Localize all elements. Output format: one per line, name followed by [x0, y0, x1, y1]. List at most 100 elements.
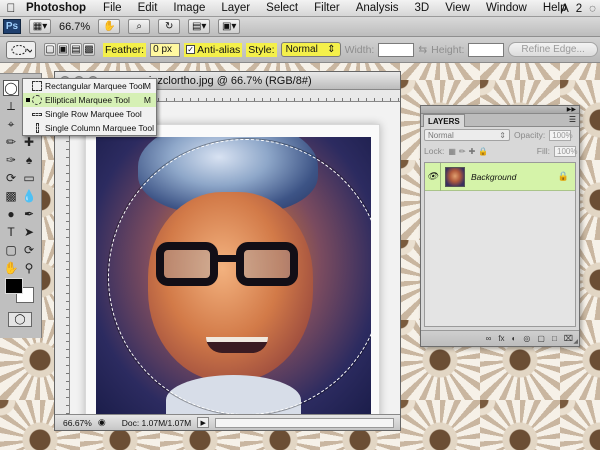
3d-rotate-icon[interactable]: ⟳ — [21, 242, 37, 258]
canvas-area[interactable] — [70, 102, 400, 414]
menu-3d[interactable]: 3D — [407, 2, 438, 14]
lasso-tool-icon[interactable]: ⟂ — [3, 98, 19, 114]
new-layer-icon[interactable]: □ — [552, 334, 557, 343]
panel-header-strip[interactable]: ▶▶ — [421, 106, 579, 114]
layers-tab[interactable]: LAYERS — [423, 114, 465, 127]
link-layers-icon[interactable]: ∞ — [486, 334, 492, 343]
new-group-icon[interactable]: ▢ — [537, 334, 545, 343]
subtract-selection-icon[interactable]: ▤ — [70, 43, 82, 56]
zoom-level-select[interactable]: 66.7% — [59, 21, 90, 33]
menu-image[interactable]: Image — [165, 2, 213, 14]
vertical-ruler[interactable] — [55, 102, 70, 414]
screen-mode-button[interactable]: ▣▾ — [218, 19, 241, 34]
blend-mode-value: Normal — [428, 130, 454, 140]
zoom-tool-icon[interactable]: ⌕ — [128, 19, 151, 34]
crop-tool-icon[interactable]: ⌖ — [3, 116, 19, 132]
gradient-tool-icon[interactable]: ▩ — [3, 188, 19, 204]
zoom-tool-icon[interactable]: ⚲ — [21, 260, 37, 276]
swap-icon[interactable]: ⇆ — [418, 44, 427, 56]
sync-icon[interactable]: ◌ — [589, 3, 596, 15]
eyedropper-tool-icon[interactable]: ✏ — [3, 134, 19, 150]
arrange-documents-button[interactable]: ▤▾ — [188, 19, 211, 34]
menu-view[interactable]: View — [437, 2, 478, 14]
selection-mode-group: ▢ ▣ ▤ ▩ — [44, 43, 95, 56]
type-tool-icon[interactable]: T — [3, 224, 19, 240]
rectangular-marquee-option[interactable]: Rectangular Marquee Tool M — [23, 79, 156, 93]
visibility-eye-icon[interactable]: 👁 — [425, 162, 441, 191]
style-value: Normal — [285, 44, 318, 55]
antialias-checkbox[interactable]: ✓ — [186, 45, 196, 54]
panel-menu-icon[interactable]: ☰ — [569, 115, 576, 124]
add-mask-icon[interactable]: ◐ — [512, 334, 517, 343]
menu-window[interactable]: Window — [478, 2, 535, 14]
elliptical-marquee-option[interactable]: Elliptical Marquee Tool M — [23, 93, 156, 107]
tool-preset-picker[interactable] — [6, 40, 36, 59]
eraser-tool-icon[interactable]: ▭ — [21, 170, 37, 186]
elliptical-selection-marquee[interactable] — [108, 139, 371, 414]
intersect-selection-icon[interactable]: ▩ — [83, 43, 95, 56]
pen-tool-icon[interactable]: ✒ — [21, 206, 37, 222]
width-label: Width: — [344, 43, 375, 56]
layers-panel-footer: ∞ fx ◐ ◎ ▢ □ ⌧ — [421, 330, 579, 346]
dodge-tool-icon[interactable]: ● — [3, 206, 19, 222]
shape-tool-icon[interactable]: ▢ — [3, 242, 19, 258]
lock-position-icon[interactable]: ✚ — [469, 147, 476, 156]
adobe-icon[interactable]: A — [561, 3, 569, 15]
history-brush-icon[interactable]: ⟳ — [3, 170, 19, 186]
resize-grip-icon[interactable]: ◢ — [573, 338, 578, 345]
menu-app-name[interactable]: Photoshop — [22, 2, 95, 14]
lock-all-icon[interactable]: 🔒 — [478, 147, 488, 156]
blend-mode-select[interactable]: Normal ⇕ — [424, 129, 510, 141]
add-selection-icon[interactable]: ▣ — [57, 43, 69, 56]
layer-thumbnail — [445, 166, 465, 187]
refine-edge-button[interactable]: Refine Edge... — [508, 42, 598, 57]
delete-layer-icon[interactable]: ⌧ — [564, 334, 573, 343]
portrait-photo[interactable] — [96, 137, 371, 414]
rectangular-marquee-icon — [32, 81, 42, 91]
path-selection-icon[interactable]: ➤ — [21, 224, 37, 240]
single-column-marquee-option[interactable]: Single Column Marquee Tool — [23, 121, 156, 135]
height-input[interactable] — [468, 42, 505, 57]
opacity-field[interactable]: 100% — [549, 129, 573, 141]
marquee-tool-icon[interactable]: ◯ — [3, 80, 19, 96]
blur-tool-icon[interactable]: 💧 — [21, 188, 37, 204]
lock-pixels-icon[interactable]: ✏ — [459, 147, 466, 156]
hand-tool-icon[interactable]: ✋ — [3, 260, 19, 276]
clone-stamp-icon[interactable]: ♠ — [21, 152, 37, 168]
lock-transparency-icon[interactable]: ▦ — [448, 147, 456, 156]
hand-tool-icon[interactable]: ✋ — [98, 19, 121, 34]
fill-field[interactable]: 100% — [554, 145, 577, 157]
bridge-button[interactable]: ▦▾ — [29, 19, 51, 34]
menu-select[interactable]: Select — [258, 2, 306, 14]
menu-filter[interactable]: Filter — [306, 2, 348, 14]
status-menu-icon[interactable]: ◉ — [98, 417, 106, 428]
horizontal-scrollbar[interactable] — [215, 417, 394, 428]
width-input[interactable] — [378, 42, 415, 57]
adjustment-layer-icon[interactable]: ◎ — [523, 334, 530, 343]
document-zoom-field[interactable]: 66.67% — [63, 418, 92, 428]
menu-layer[interactable]: Layer — [213, 2, 258, 14]
application-bar: Ps ▦▾ 66.7% ✋ ⌕ ↻ ▤▾ ▣▾ — [0, 17, 600, 37]
chevron-updown-icon: ⇕ — [499, 130, 506, 140]
collapse-panel-icon[interactable]: ▶▶ — [567, 106, 576, 113]
layer-style-icon[interactable]: fx — [498, 334, 504, 343]
style-select[interactable]: Normal ⇕ — [280, 42, 341, 57]
layer-row-background[interactable]: 👁 Background 🔒 — [425, 162, 575, 191]
apple-menu-icon[interactable]:  — [0, 1, 22, 15]
feather-input[interactable]: 0 px — [150, 42, 181, 57]
rotate-view-icon[interactable]: ↻ — [158, 19, 181, 34]
menu-edit[interactable]: Edit — [130, 2, 166, 14]
foreground-color-swatch[interactable] — [5, 278, 23, 294]
menu-analysis[interactable]: Analysis — [348, 2, 407, 14]
status-arrow-icon[interactable]: ▶ — [197, 417, 210, 428]
single-row-marquee-option[interactable]: Single Row Marquee Tool — [23, 107, 156, 121]
brush-tool-icon[interactable]: ✑ — [3, 152, 19, 168]
menu-bar:  Photoshop File Edit Image Layer Select… — [0, 0, 600, 17]
healing-brush-icon[interactable]: ✚ — [21, 134, 37, 150]
single-row-marquee-icon — [32, 113, 42, 116]
quick-mask-icon[interactable]: ◯ — [8, 312, 32, 327]
menu-file[interactable]: File — [95, 2, 130, 14]
chevron-updown-icon: ⇕ — [327, 44, 336, 55]
antialias-label: Anti-alias — [197, 43, 241, 56]
new-selection-icon[interactable]: ▢ — [44, 43, 56, 56]
